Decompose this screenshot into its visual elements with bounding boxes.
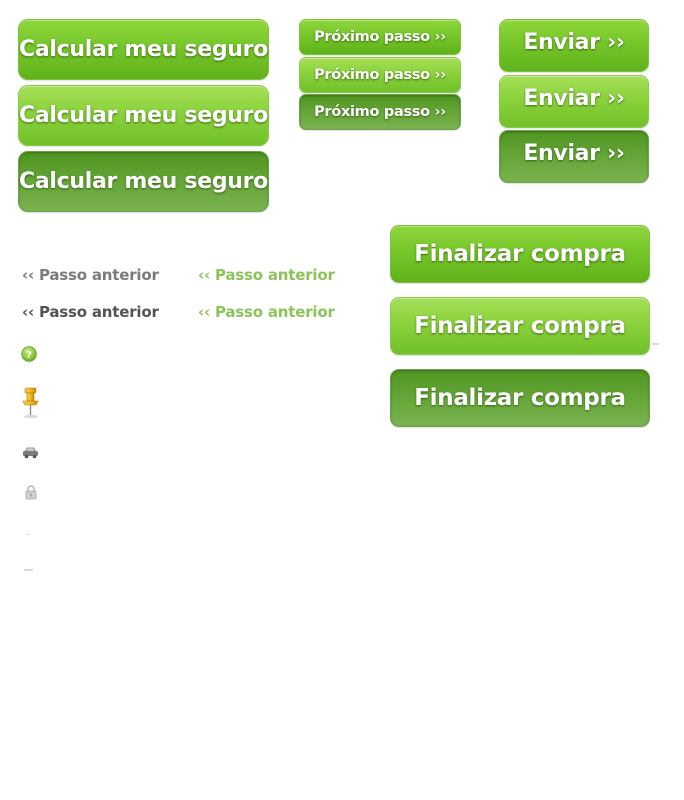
divider [24,569,33,571]
proximo-passo-button-active[interactable]: Próximo passo ›› [299,94,461,130]
finalizar-compra-button[interactable]: Finalizar compra [390,225,650,283]
divider [652,343,659,345]
passo-anterior-link-green[interactable]: ‹‹ Passo anterior [198,266,335,284]
finalizar-compra-button-active[interactable]: Finalizar compra [390,369,650,427]
calcular-seguro-button[interactable]: Calcular meu seguro [18,19,269,80]
enviar-button-hover[interactable]: Enviar ›› [499,75,649,128]
car-icon [22,444,39,459]
enviar-button-active[interactable]: Enviar ›› [499,130,649,183]
pushpin-icon [20,387,42,419]
enviar-button[interactable]: Enviar ›› [499,19,649,72]
lock-icon [24,485,38,500]
calcular-seguro-button-active[interactable]: Calcular meu seguro [18,151,269,212]
passo-anterior-link-hover[interactable]: ‹‹ Passo anterior [22,303,159,321]
proximo-passo-button-hover[interactable]: Próximo passo ›› [299,57,461,93]
finalizar-compra-button-hover[interactable]: Finalizar compra [390,297,650,355]
passo-anterior-link[interactable]: ‹‹ Passo anterior [22,266,159,284]
proximo-passo-button[interactable]: Próximo passo ›› [299,19,461,55]
divider [26,534,29,535]
passo-anterior-link-green-hover[interactable]: ‹‹ Passo anterior [198,303,335,321]
help-icon[interactable]: ? [21,346,37,362]
svg-text:?: ? [26,350,32,361]
calcular-seguro-button-hover[interactable]: Calcular meu seguro [18,85,269,146]
